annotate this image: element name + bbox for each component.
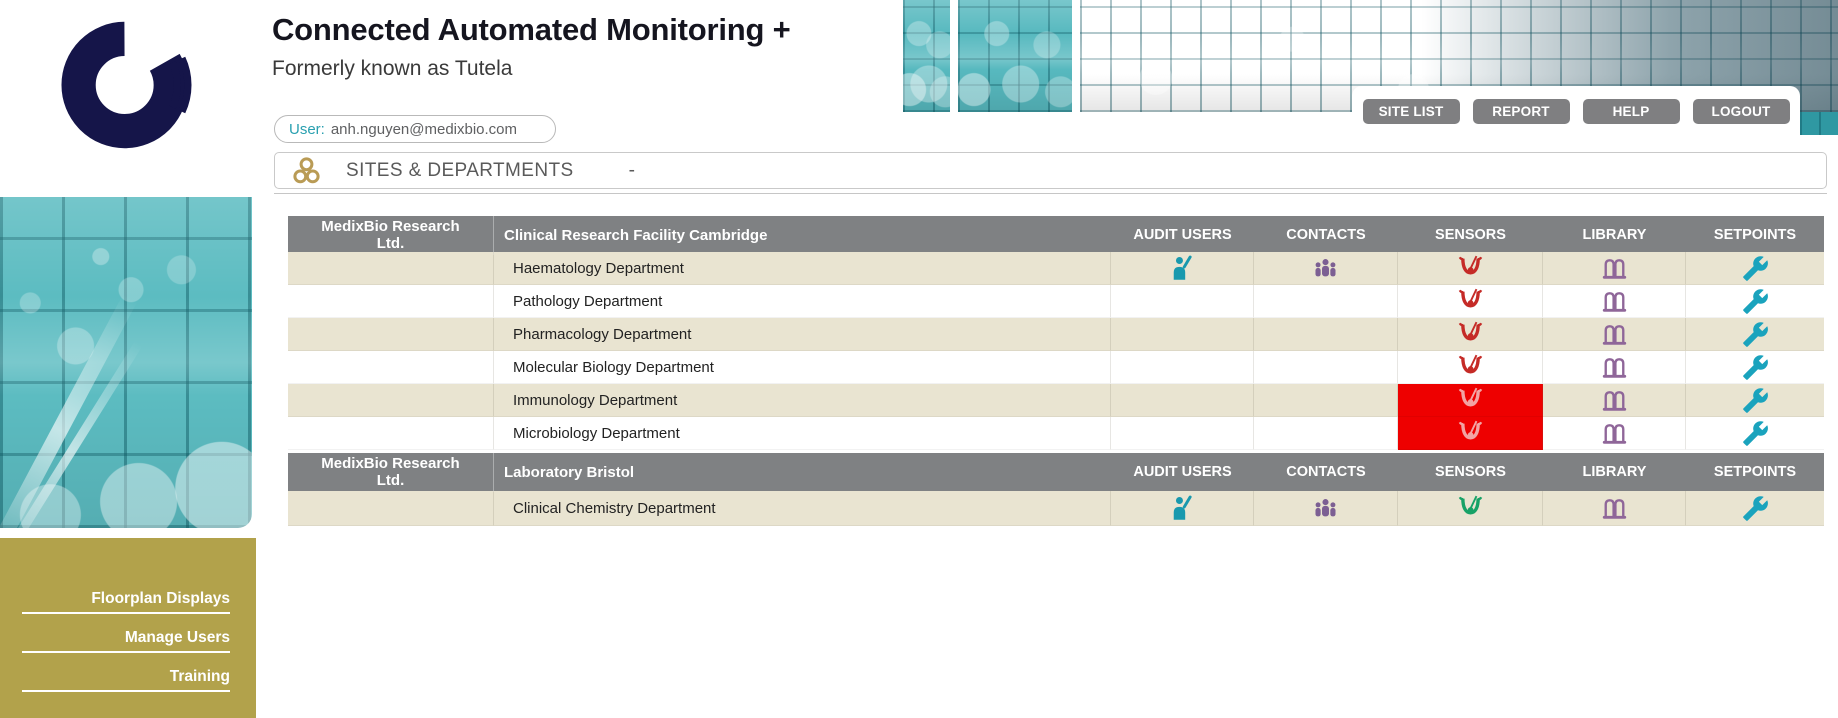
column-header-audit-users: AUDIT USERS bbox=[1111, 216, 1254, 255]
page-subtitle: Formerly known as Tutela bbox=[272, 57, 512, 81]
open-book-icon[interactable] bbox=[1601, 495, 1628, 522]
open-book-icon[interactable] bbox=[1601, 321, 1628, 348]
column-header-audit-users: AUDIT USERS bbox=[1111, 453, 1254, 492]
site-header-row: MedixBio Research Ltd. Laboratory Bristo… bbox=[288, 453, 1824, 491]
column-header-setpoints: SETPOINTS bbox=[1686, 453, 1824, 492]
department-name: Immunology Department bbox=[494, 384, 1111, 417]
facility-name: Laboratory Bristol bbox=[494, 453, 1111, 492]
section-title: SITES & DEPARTMENTS bbox=[346, 160, 574, 182]
department-name: Haematology Department bbox=[494, 252, 1111, 285]
top-nav-strip: SITE LIST REPORT HELP LOGOUT bbox=[1352, 86, 1800, 136]
sensor-probe-icon[interactable] bbox=[1457, 321, 1484, 348]
sensor-probe-icon[interactable] bbox=[1457, 288, 1484, 315]
site-name: MedixBio Research Ltd. bbox=[288, 216, 494, 255]
banner-image-middle bbox=[958, 0, 1072, 112]
column-header-sensors: SENSORS bbox=[1398, 453, 1543, 492]
column-header-contacts: CONTACTS bbox=[1254, 216, 1398, 255]
department-name: Molecular Biology Department bbox=[494, 351, 1111, 384]
people-group-icon[interactable] bbox=[1312, 495, 1339, 522]
site-header-row: MedixBio Research Ltd. Clinical Research… bbox=[288, 216, 1824, 252]
sites-departments-section-header: SITES & DEPARTMENTS - bbox=[274, 152, 1827, 189]
wrench-icon[interactable] bbox=[1742, 288, 1769, 315]
wrench-icon[interactable] bbox=[1742, 420, 1769, 447]
table-row: Immunology Department bbox=[288, 384, 1824, 417]
sensor-probe-icon[interactable] bbox=[1457, 387, 1484, 414]
logout-button[interactable]: LOGOUT bbox=[1693, 99, 1790, 124]
open-book-icon[interactable] bbox=[1601, 420, 1628, 447]
logged-in-user-box: User: anh.nguyen@medixbio.com bbox=[274, 115, 556, 143]
wrench-icon[interactable] bbox=[1742, 387, 1769, 414]
wrench-icon[interactable] bbox=[1742, 321, 1769, 348]
user-label: User: bbox=[289, 121, 325, 138]
person-pencil-icon[interactable] bbox=[1169, 255, 1196, 282]
banner-image-edge bbox=[1800, 112, 1838, 135]
department-name: Pathology Department bbox=[494, 285, 1111, 318]
wrench-icon[interactable] bbox=[1742, 354, 1769, 381]
app-logo bbox=[47, 6, 205, 164]
light-streak bbox=[0, 294, 137, 528]
wrench-icon[interactable] bbox=[1742, 255, 1769, 282]
cam-ring-logo-icon bbox=[47, 6, 205, 164]
content-panel-divider bbox=[274, 193, 1827, 194]
department-name: Pharmacology Department bbox=[494, 318, 1111, 351]
site-list-button[interactable]: SITE LIST bbox=[1363, 99, 1460, 124]
column-header-contacts: CONTACTS bbox=[1254, 453, 1398, 492]
wrench-icon[interactable] bbox=[1742, 495, 1769, 522]
banner-image-left bbox=[903, 0, 950, 112]
report-button[interactable]: REPORT bbox=[1473, 99, 1570, 124]
table-row: Haematology Department bbox=[288, 252, 1824, 285]
table-row: Pathology Department bbox=[288, 285, 1824, 318]
sensor-probe-icon[interactable] bbox=[1457, 255, 1484, 282]
sensor-probe-icon[interactable] bbox=[1457, 354, 1484, 381]
sidebar-link-training[interactable]: Training bbox=[22, 668, 230, 692]
help-button[interactable]: HELP bbox=[1583, 99, 1680, 124]
sensor-alarm-cell bbox=[1398, 384, 1543, 417]
column-header-setpoints: SETPOINTS bbox=[1686, 216, 1824, 255]
sites-departments-table: MedixBio Research Ltd. Clinical Research… bbox=[288, 216, 1824, 526]
molecule-icon bbox=[293, 157, 320, 184]
page-title: Connected Automated Monitoring + bbox=[272, 12, 791, 48]
column-header-library: LIBRARY bbox=[1543, 216, 1686, 255]
column-header-library: LIBRARY bbox=[1543, 453, 1686, 492]
sidebar-nav: Floorplan Displays Manage Users Training bbox=[0, 538, 256, 718]
department-name: Microbiology Department bbox=[494, 417, 1111, 450]
people-group-icon[interactable] bbox=[1312, 255, 1339, 282]
top-nav-buttons: SITE LIST REPORT HELP LOGOUT bbox=[1352, 99, 1800, 124]
table-row: Molecular Biology Department bbox=[288, 351, 1824, 384]
open-book-icon[interactable] bbox=[1601, 288, 1628, 315]
open-book-icon[interactable] bbox=[1601, 387, 1628, 414]
department-name: Clinical Chemistry Department bbox=[494, 491, 1111, 526]
column-header-sensors: SENSORS bbox=[1398, 216, 1543, 255]
section-collapse-toggle[interactable]: - bbox=[629, 160, 635, 182]
sidebar-link-floorplan-displays[interactable]: Floorplan Displays bbox=[22, 590, 230, 614]
table-row: Microbiology Department bbox=[288, 417, 1824, 450]
table-row: Clinical Chemistry Department bbox=[288, 491, 1824, 526]
table-row: Pharmacology Department bbox=[288, 318, 1824, 351]
sensor-alarm-cell bbox=[1398, 417, 1543, 450]
person-pencil-icon[interactable] bbox=[1169, 495, 1196, 522]
facility-name: Clinical Research Facility Cambridge bbox=[494, 216, 1111, 255]
open-book-icon[interactable] bbox=[1601, 354, 1628, 381]
sidebar-link-manage-users[interactable]: Manage Users bbox=[22, 629, 230, 653]
sidebar-decorative-image bbox=[0, 197, 252, 528]
user-email: anh.nguyen@medixbio.com bbox=[331, 121, 517, 138]
sensor-probe-icon[interactable] bbox=[1457, 495, 1484, 522]
open-book-icon[interactable] bbox=[1601, 255, 1628, 282]
site-name: MedixBio Research Ltd. bbox=[288, 453, 494, 492]
sensor-probe-icon[interactable] bbox=[1457, 420, 1484, 447]
